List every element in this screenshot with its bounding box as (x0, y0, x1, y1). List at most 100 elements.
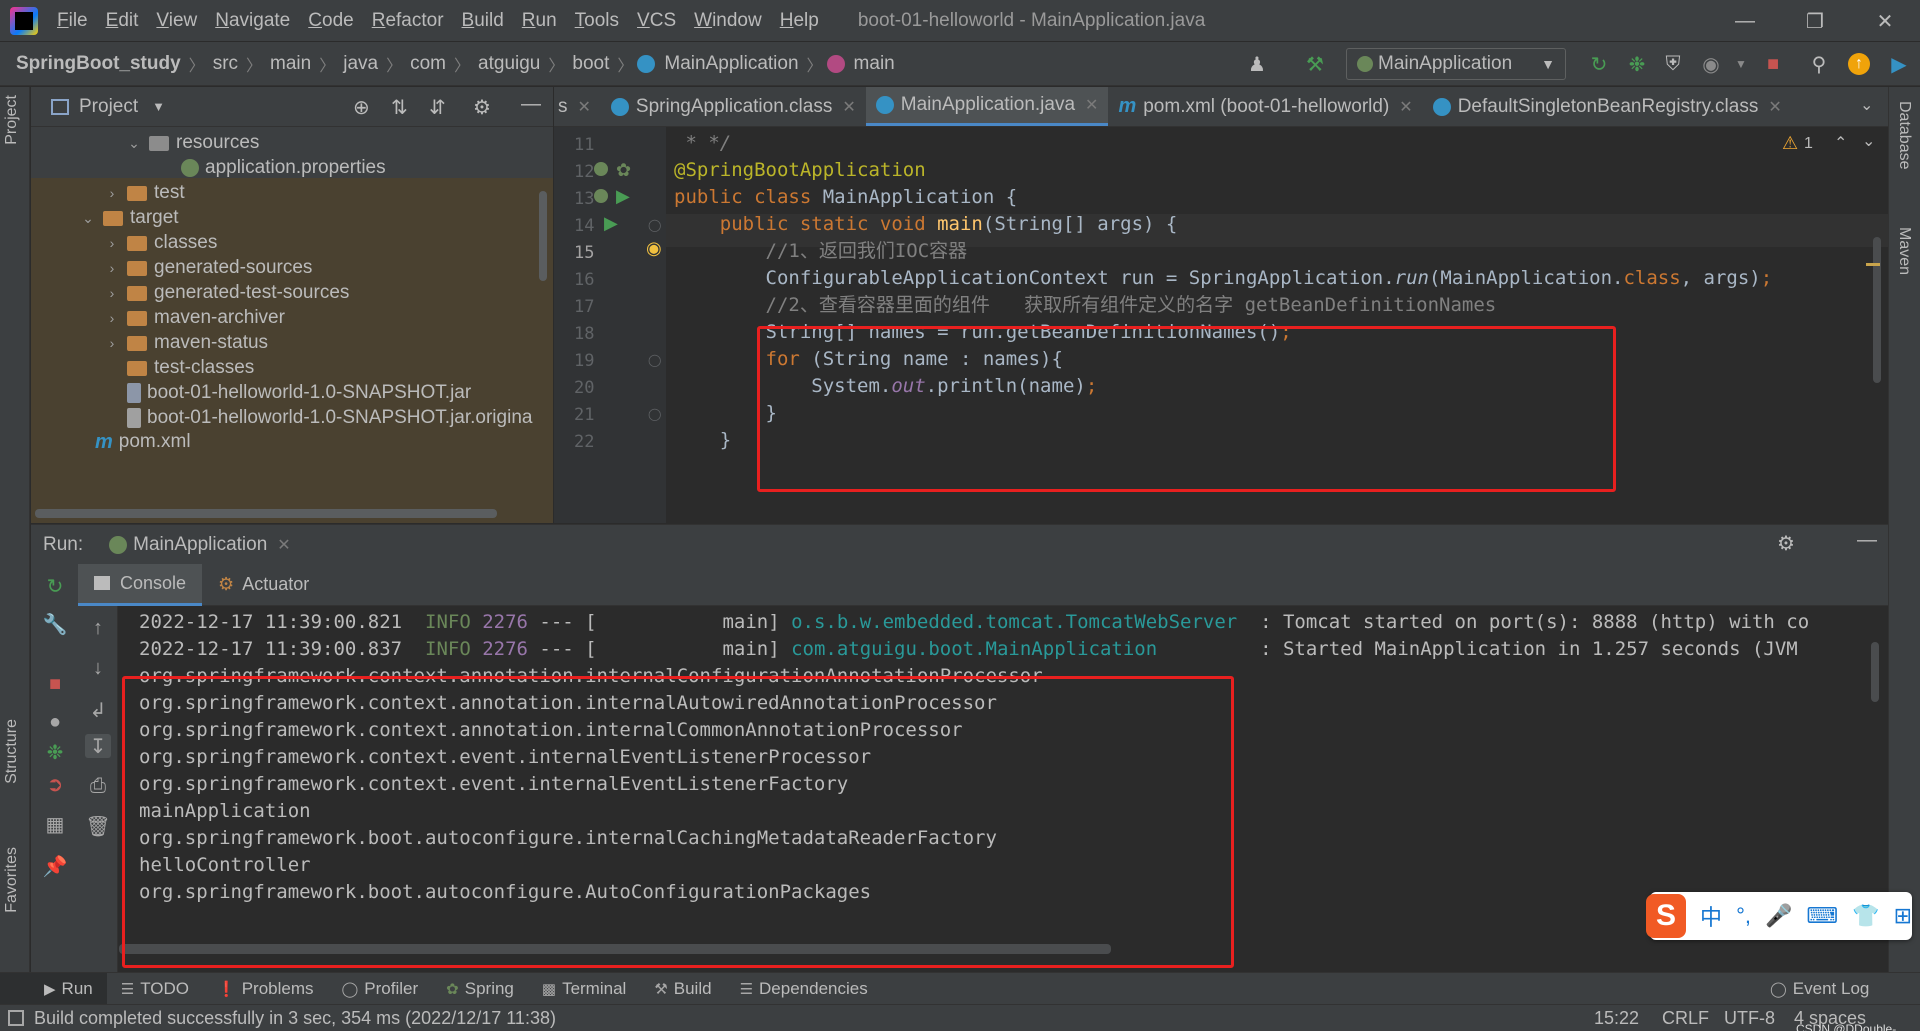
expand-all-icon[interactable]: ⇅ (391, 95, 408, 120)
keyboard-icon[interactable]: ⌨ (1806, 903, 1838, 929)
toggle-tool-windows-icon[interactable] (8, 1010, 24, 1026)
breadcrumb-src[interactable]: src (209, 53, 242, 75)
chevron-right-icon[interactable]: › (103, 185, 121, 201)
tool-tab-profiler[interactable]: ◯ Profiler (328, 973, 433, 1005)
menu-file[interactable]: File (48, 10, 97, 32)
wrench-icon[interactable]: 🔧 (42, 612, 68, 636)
user-icon[interactable]: ♟ (1246, 53, 1268, 76)
console-vertical-scrollbar[interactable] (1871, 642, 1879, 702)
stop-icon[interactable]: ■ (42, 672, 68, 696)
project-vertical-scrollbar[interactable] (539, 191, 547, 281)
menu-vcs[interactable]: VCS (628, 10, 685, 32)
profile-icon[interactable]: ◉ (1700, 53, 1722, 76)
tab-actuator[interactable]: ⚙ Actuator (202, 564, 325, 606)
gear-icon[interactable]: ⚙ (1777, 531, 1795, 556)
close-icon[interactable]: ✕ (842, 97, 855, 117)
update-icon[interactable]: ↑ (1848, 53, 1870, 75)
fold-icon[interactable]: ◯ (648, 218, 661, 232)
tab-list-chevron-icon[interactable]: ⌄ (1860, 95, 1873, 115)
close-icon[interactable]: ✕ (578, 97, 591, 117)
plugin-icon[interactable]: ▶ (1888, 53, 1910, 76)
tool-tab-todo[interactable]: ☰ TODO (107, 973, 203, 1005)
menu-navigate[interactable]: Navigate (206, 10, 299, 32)
log-logger[interactable]: com.atguigu.boot.MainApplication (791, 638, 1157, 660)
menu-view[interactable]: View (147, 10, 206, 32)
menu-code[interactable]: Code (299, 10, 362, 32)
tool-tab-event-log[interactable]: ◯ Event Log (1756, 973, 1883, 1005)
tab-main-application-java[interactable]: MainApplication.java ✕ (865, 87, 1109, 126)
chevron-right-icon[interactable]: › (103, 310, 121, 326)
menu-refactor[interactable]: Refactor (363, 10, 453, 32)
log-logger[interactable]: o.s.b.w.embedded.tomcat.TomcatWebServer (791, 611, 1237, 633)
menu-help[interactable]: Help (771, 10, 828, 32)
close-window-button[interactable]: ✕ (1850, 0, 1920, 42)
menu-run[interactable]: Run (513, 10, 566, 32)
spring-gutter-icon[interactable]: ✿ (616, 160, 631, 181)
status-message[interactable]: Build completed successfully in 3 sec, 3… (34, 1008, 556, 1029)
breadcrumb-boot[interactable]: boot (568, 53, 613, 75)
maven-tool-tab[interactable]: Maven (1895, 227, 1913, 275)
chevron-down-icon[interactable]: ▼ (152, 99, 165, 114)
breadcrumb-project[interactable]: SpringBoot_study (0, 53, 185, 75)
build-hammer-icon[interactable]: ⚒ (1304, 53, 1326, 76)
tree-item-pom[interactable]: m pom.xml (95, 427, 191, 457)
ime-punctuation-toggle[interactable]: °, (1736, 903, 1751, 929)
caret-position[interactable]: 15:22 (1594, 1005, 1639, 1031)
locate-icon[interactable]: ⊕ (353, 95, 370, 120)
tab-console[interactable]: Console (78, 563, 203, 606)
close-icon[interactable]: ✕ (1768, 97, 1781, 117)
run-gutter-icon[interactable]: ▶ (616, 186, 630, 207)
print-icon[interactable]: ⎙ (85, 774, 111, 798)
project-horizontal-scrollbar[interactable] (35, 509, 497, 518)
database-tool-tab[interactable]: Database (1895, 101, 1913, 170)
next-highlight-icon[interactable]: ⌄ (1862, 131, 1875, 151)
tool-tab-spring[interactable]: ✿ Spring (432, 973, 528, 1005)
sogou-logo-icon[interactable]: S (1646, 894, 1687, 938)
scroll-up-icon[interactable]: ↑ (85, 616, 111, 640)
ime-language-toggle[interactable]: 中 (1700, 900, 1722, 932)
tab-default-singleton-bean-registry[interactable]: DefaultSingletonBeanRegistry.class ✕ (1423, 87, 1792, 126)
menu-edit[interactable]: Edit (97, 10, 148, 32)
microphone-icon[interactable]: 🎤 (1765, 903, 1792, 929)
debug-bug-icon[interactable]: ❉ (42, 740, 68, 764)
chevron-right-icon[interactable]: › (103, 235, 121, 251)
collapse-all-icon[interactable]: ⇵ (429, 95, 446, 120)
menu-build[interactable]: Build (453, 10, 513, 32)
fold-icon[interactable]: ◯ (648, 407, 661, 421)
close-icon[interactable]: ✕ (1399, 97, 1412, 117)
tab-pom-xml[interactable]: m pom.xml (boot-01-helloworld) ✕ (1108, 87, 1422, 126)
trash-icon[interactable]: 🗑 (85, 814, 111, 838)
minimize-button[interactable]: — (1710, 0, 1780, 42)
soft-wrap-icon[interactable]: ↲ (85, 698, 111, 722)
menu-window[interactable]: Window (685, 10, 771, 32)
run-configuration-selector[interactable]: MainApplication ▼ (1346, 48, 1566, 80)
chevron-right-icon[interactable]: › (103, 285, 121, 301)
rerun-icon[interactable]: ↻ (42, 574, 68, 598)
favorites-tool-tab[interactable]: Favorites (3, 847, 21, 913)
tab-truncated[interactable]: s ✕ (554, 87, 601, 126)
fold-icon[interactable]: ◯ (648, 353, 661, 367)
restore-button[interactable]: ❐ (1780, 0, 1850, 42)
tool-tab-run[interactable]: ▶ Run (0, 972, 107, 1005)
tab-spring-application-class[interactable]: SpringApplication.class ✕ (601, 87, 866, 126)
tool-tab-dependencies[interactable]: ☰ Dependencies (726, 973, 882, 1005)
camera-icon[interactable]: ● (42, 710, 68, 734)
editor-vertical-scrollbar[interactable] (1873, 237, 1881, 383)
layout-icon[interactable]: ▦ (42, 812, 68, 836)
warning-icon[interactable]: ⚠ (1782, 133, 1798, 154)
bean-gutter-icon[interactable] (594, 189, 608, 203)
warning-stripe-marker[interactable] (1866, 263, 1880, 266)
menu-tools[interactable]: Tools (566, 10, 628, 32)
gear-icon[interactable]: ⚙ (473, 95, 491, 120)
breadcrumb-com[interactable]: com (406, 53, 450, 75)
chevron-right-icon[interactable]: › (103, 260, 121, 276)
scroll-to-end-icon[interactable]: ↧ (85, 734, 111, 758)
tool-tab-terminal[interactable]: ▩ Terminal (528, 973, 640, 1005)
rerun-icon[interactable]: ↻ (1588, 53, 1610, 76)
chevron-right-icon[interactable]: › (103, 335, 121, 351)
line-separator[interactable]: CRLF (1662, 1005, 1709, 1031)
breadcrumb-java[interactable]: java (339, 53, 382, 75)
close-icon[interactable]: ✕ (1085, 95, 1098, 115)
breadcrumb-class[interactable]: MainApplication (660, 53, 802, 75)
project-tool-tab[interactable]: Project (3, 95, 21, 145)
